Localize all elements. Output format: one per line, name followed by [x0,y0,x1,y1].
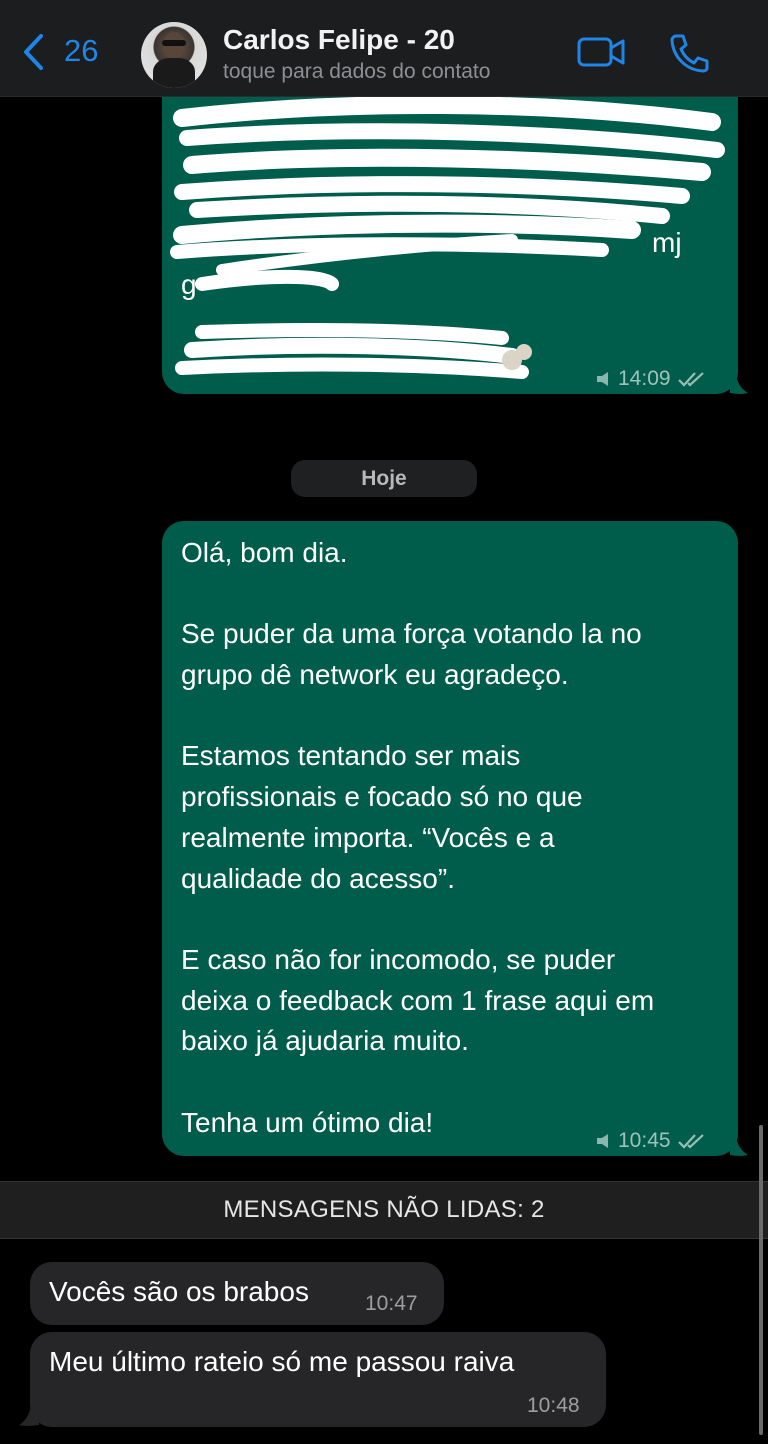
contact-info-hint[interactable]: toque para dados do contato [223,60,490,84]
message-meta: 10:45 [596,1121,707,1162]
message-time: 10:48 [527,1394,580,1417]
speaker-icon [597,1134,608,1149]
double-check-icon [677,372,704,387]
message-line [181,1062,654,1103]
message-line: Se puder da uma força votando la no [181,618,642,650]
message-line [181,574,654,615]
message-time: 14:09 [618,367,671,390]
outgoing-message-redacted[interactable]: mj g 14:09 [162,70,738,394]
redaction-scribble [170,95,725,379]
bubble-tail [19,1405,39,1426]
message-line: profissionais e focado só no que [181,781,583,813]
scrollbar[interactable] [759,1125,763,1435]
message-line: deixa o feedback com 1 frase aqui em [181,984,655,1016]
message-time: 10:47 [365,1292,418,1315]
double-check-icon [677,1134,704,1149]
message-text: Meu último rateio só me passou raiva [49,1346,515,1377]
date-separator: Hoje [291,460,477,497]
bubble-tail [730,1137,748,1156]
chevron-left-icon [24,34,43,70]
back-button[interactable]: 26 [22,33,98,71]
message-line: qualidade do acesso”. [181,862,455,894]
unread-messages-banner: MENSAGENS NÃO LIDAS: 2 [0,1181,768,1239]
message-line: grupo dê network eu agradeço. [181,659,569,691]
outgoing-message[interactable]: Olá, bom dia. Se puder da uma força vota… [162,521,738,1156]
avatar[interactable] [141,22,207,88]
contact-name[interactable]: Carlos Felipe - 20 [223,24,455,56]
message-line: E caso não for incomodo, se puder [181,943,616,975]
message-body: Olá, bom dia. Se puder da uma força vota… [181,533,654,1143]
message-line: Estamos tentando ser mais [181,740,521,772]
message-line: Olá, bom dia. [181,537,348,568]
message-line [181,899,654,940]
message-text: Vocês são os brabos [49,1276,309,1307]
message-line: Tenha um ótimo dia! [181,1106,434,1138]
bubble-tail [730,375,748,394]
message-line: realmente importa. “Vocês e a [181,821,555,853]
unread-chats-count: 26 [64,33,99,68]
speaker-icon [597,372,608,387]
chat-header: 26 Carlos Felipe - 20 toque para dados d… [0,0,768,97]
message-line: baixo já ajudaria muito. [181,1025,469,1057]
phone-call-icon[interactable] [668,33,710,73]
incoming-message[interactable]: Meu último rateio só me passou raiva 10:… [30,1332,606,1427]
video-call-icon[interactable] [577,36,627,68]
message-time: 10:45 [618,1129,671,1152]
incoming-message[interactable]: Vocês são os brabos 10:47 [30,1262,444,1325]
message-meta: 14:09 [596,359,707,400]
message-line [181,696,654,737]
